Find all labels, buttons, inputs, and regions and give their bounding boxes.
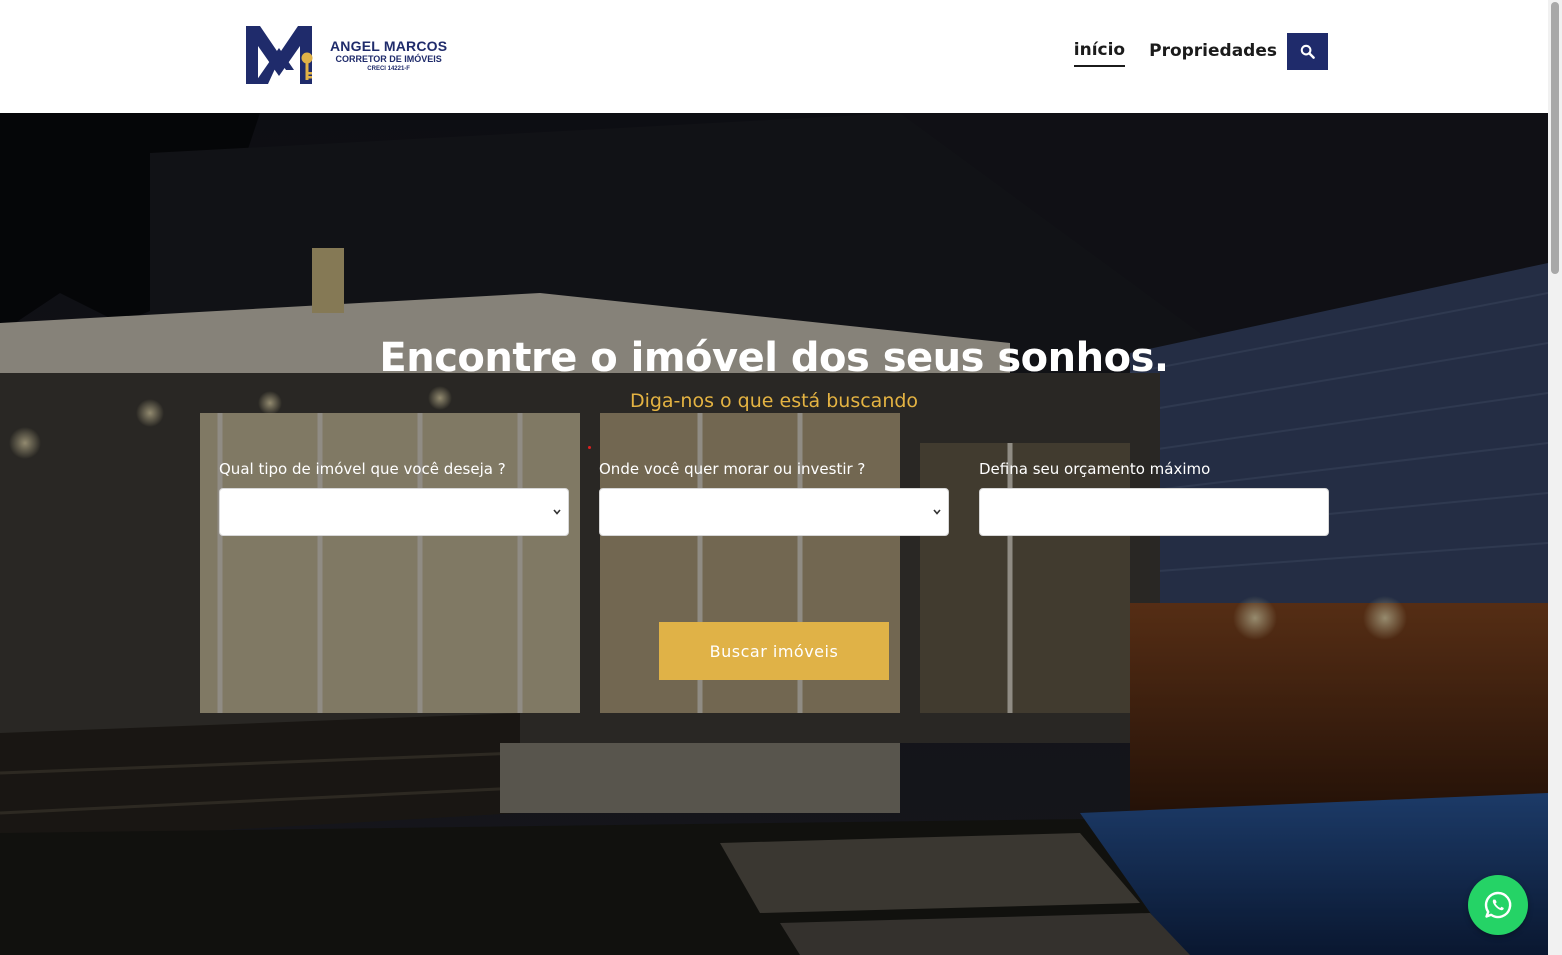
location-label: Onde você quer morar ou investir ? [599,460,866,478]
chevron-down-icon [933,509,941,515]
hero-section: Encontre o imóvel dos seus sonhos. Diga-… [0,113,1548,955]
budget-input[interactable] [979,488,1329,536]
logo-subtitle: CORRETOR DE IMÓVEIS [335,53,442,64]
budget-field: Defina seu orçamento máximo [979,460,1329,536]
hero-title: Encontre o imóvel dos seus sonhos. [379,335,1169,381]
search-icon [1300,44,1315,59]
logo[interactable]: ANGEL MARCOS CORRETOR DE IMÓVEIS CRECI 1… [246,24,466,86]
search-properties-button[interactable]: Buscar imóveis [659,622,889,680]
logo-name: ANGEL MARCOS [330,37,448,54]
whatsapp-icon [1484,891,1512,919]
nav-link-propriedades[interactable]: Propriedades [1149,41,1277,66]
scrollbar-thumb[interactable] [1551,2,1559,274]
location-select[interactable] [599,488,949,536]
nav-link-inicio[interactable]: início [1073,40,1126,67]
location-field: Onde você quer morar ou investir ? [599,460,949,536]
property-type-select[interactable] [219,488,569,536]
hero-subtitle: Diga-nos o que está buscando [629,390,919,412]
budget-label: Defina seu orçamento máximo [979,460,1211,478]
chevron-down-icon [553,509,561,515]
logo-creci: CRECI 14221-F [367,65,410,72]
property-type-field: Qual tipo de imóvel que você deseja ? [219,460,569,536]
key-icon [301,52,313,64]
main-nav: início Propriedades [1073,33,1328,70]
page-scrollbar[interactable] [1548,0,1562,955]
search-button[interactable] [1287,33,1328,70]
site-header: ANGEL MARCOS CORRETOR DE IMÓVEIS CRECI 1… [0,0,1548,113]
decorative-dot [588,446,591,449]
logo-text: ANGEL MARCOS CORRETOR DE IMÓVEIS CRECI 1… [330,39,447,72]
logo-mark [246,26,313,84]
whatsapp-button[interactable] [1468,875,1528,935]
property-type-label: Qual tipo de imóvel que você deseja ? [219,460,506,478]
